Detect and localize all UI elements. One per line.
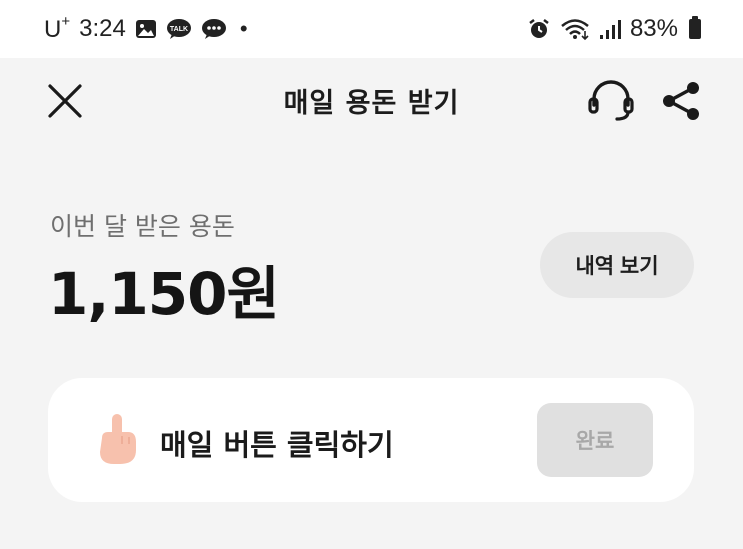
view-history-button[interactable]: 내역 보기 [540, 232, 694, 298]
close-button[interactable] [46, 82, 84, 120]
daily-mission-card: 매일 버튼 클릭하기 완료 [48, 378, 694, 502]
alarm-icon [527, 17, 551, 41]
page-title: 매일 용돈 받기 [283, 87, 460, 119]
chat-bubble-icon [201, 18, 227, 40]
monthly-allowance-amount: 1,150원 [48, 260, 280, 328]
status-bar-left: U+ 3:24 TALK • [44, 12, 248, 44]
mission-label: 매일 버튼 클릭하기 [160, 428, 394, 462]
gallery-icon [135, 19, 157, 39]
clock: 3:24 [79, 15, 126, 42]
share-icon [663, 82, 699, 120]
app-header: 매일 용돈 받기 [0, 58, 743, 140]
kakaotalk-icon: TALK [166, 18, 192, 40]
pointing-hand-icon [100, 414, 136, 464]
headset-icon [588, 80, 634, 121]
complete-button[interactable]: 완료 [537, 403, 653, 477]
customer-support-button[interactable] [587, 79, 635, 123]
svg-text:TALK: TALK [170, 26, 188, 33]
battery-icon [689, 16, 701, 39]
status-bar: U+ 3:24 TALK • 83% [0, 0, 743, 58]
monthly-allowance-label: 이번 달 받은 용돈 [50, 212, 235, 241]
wifi-icon [560, 17, 590, 41]
close-icon [48, 84, 82, 118]
share-button[interactable] [660, 79, 702, 123]
signal-icon [599, 18, 621, 40]
more-notifications-dot: • [239, 16, 248, 41]
battery-percent: 83% [629, 15, 678, 42]
status-bar-right: 83% [527, 15, 701, 43]
carrier-label: U+ [44, 12, 71, 43]
